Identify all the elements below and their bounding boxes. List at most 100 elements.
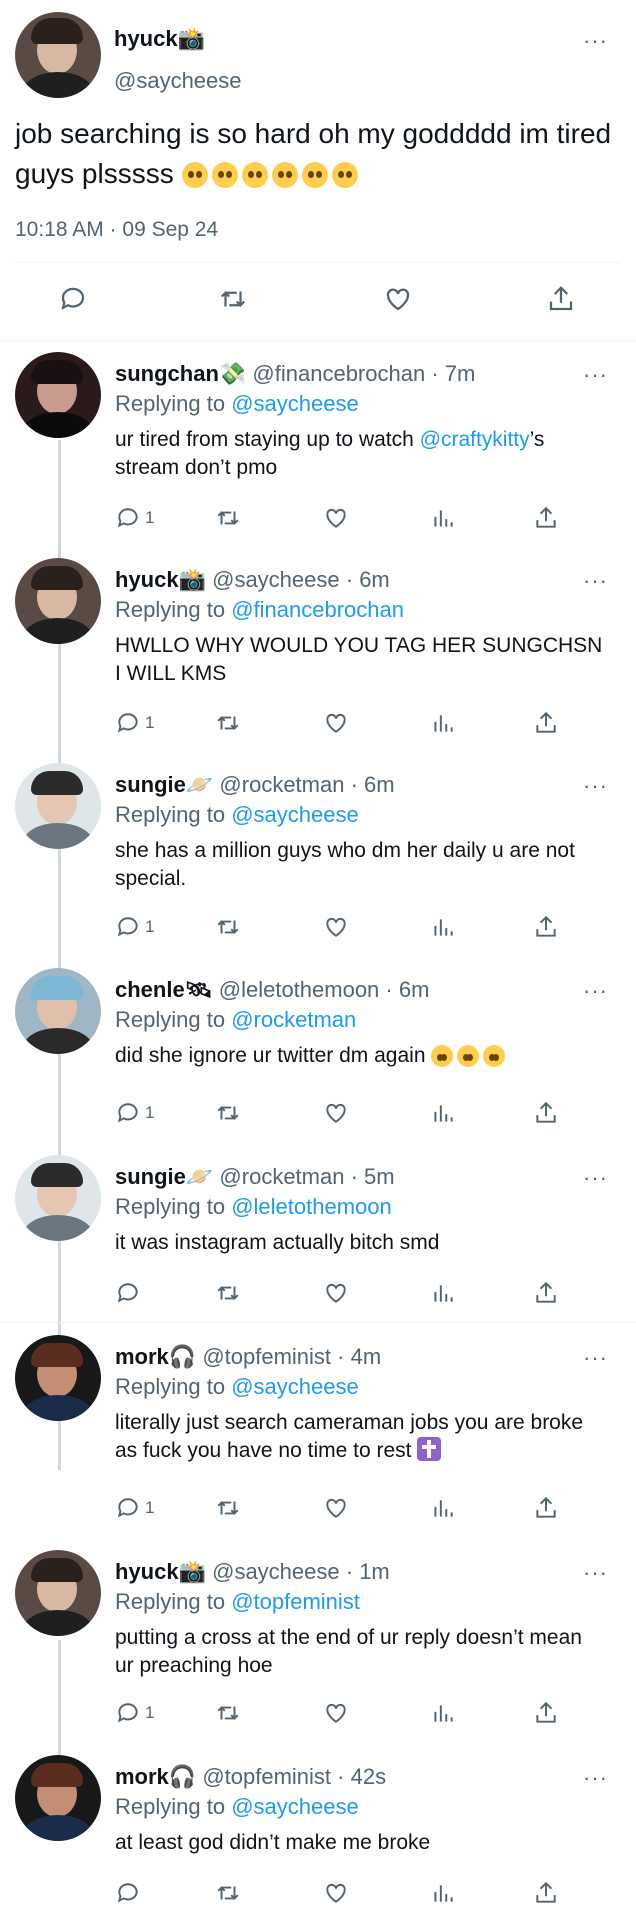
share-action[interactable] — [533, 914, 559, 940]
replying-to-link[interactable]: @saycheese — [231, 391, 359, 416]
author-handle[interactable]: @rocketman — [219, 1164, 344, 1189]
author-handle[interactable]: @saycheese — [212, 567, 340, 592]
share-action[interactable] — [533, 505, 559, 531]
retweet-action[interactable] — [215, 914, 241, 940]
like-icon[interactable] — [323, 1280, 349, 1306]
reply-icon[interactable] — [115, 710, 141, 736]
replying-to-link[interactable]: @topfeminist — [231, 1589, 360, 1614]
share-icon[interactable] — [533, 710, 559, 736]
author-handle[interactable]: @saycheese — [114, 68, 242, 94]
like-action[interactable] — [323, 1700, 349, 1726]
reply-action[interactable]: 1 — [115, 505, 154, 531]
retweet-icon[interactable] — [215, 1880, 241, 1906]
views-action[interactable] — [430, 1700, 456, 1726]
author-handle[interactable]: @financebrochan — [252, 361, 425, 386]
views-icon[interactable] — [430, 1880, 456, 1906]
reply-time[interactable]: · 6m — [351, 772, 395, 797]
replying-to-link[interactable]: @saycheese — [231, 1794, 359, 1819]
retweet-action[interactable] — [215, 1495, 241, 1521]
reply-action[interactable]: 1 — [115, 1495, 154, 1521]
views-icon[interactable] — [430, 1495, 456, 1521]
share-icon[interactable] — [533, 1100, 559, 1126]
share-icon[interactable] — [533, 914, 559, 940]
mention-link[interactable]: @craftykitty — [420, 428, 530, 451]
retweet-action[interactable] — [215, 1880, 241, 1906]
author-name[interactable]: sungie🪐 — [115, 772, 213, 797]
avatar[interactable] — [15, 1755, 101, 1841]
author-handle[interactable]: @leletothemoon — [219, 977, 380, 1002]
avatar[interactable] — [15, 1550, 101, 1636]
reply-action[interactable] — [115, 1880, 145, 1906]
views-icon[interactable] — [430, 1700, 456, 1726]
like-icon[interactable] — [323, 914, 349, 940]
retweet-icon[interactable] — [215, 710, 241, 736]
avatar[interactable] — [15, 12, 101, 98]
author-handle[interactable]: @rocketman — [219, 772, 344, 797]
views-icon[interactable] — [430, 710, 456, 736]
like-icon[interactable] — [323, 1100, 349, 1126]
share-icon[interactable] — [533, 1880, 559, 1906]
retweet-action[interactable] — [215, 710, 241, 736]
retweet-action[interactable] — [215, 1280, 241, 1306]
retweet-icon[interactable] — [215, 1700, 241, 1726]
reply-time[interactable]: · 4m — [337, 1344, 381, 1369]
views-icon[interactable] — [430, 1280, 456, 1306]
views-icon[interactable] — [430, 914, 456, 940]
reply-time[interactable]: · 6m — [385, 977, 429, 1002]
views-action[interactable] — [430, 710, 456, 736]
avatar[interactable] — [15, 1335, 101, 1421]
reply-icon[interactable] — [115, 1280, 141, 1306]
share-icon[interactable] — [533, 1280, 559, 1306]
retweet-action[interactable] — [215, 505, 241, 531]
views-icon[interactable] — [430, 505, 456, 531]
share-icon[interactable] — [533, 1495, 559, 1521]
like-icon[interactable] — [323, 505, 349, 531]
like-action[interactable] — [323, 505, 349, 531]
share-action[interactable] — [533, 1700, 559, 1726]
replying-to-link[interactable]: @leletothemoon — [231, 1194, 392, 1219]
reply-icon[interactable] — [115, 1100, 141, 1126]
reply-icon[interactable] — [115, 1880, 141, 1906]
like-action[interactable] — [323, 1280, 349, 1306]
author-name[interactable]: hyuck📸 — [114, 26, 205, 52]
reply-action[interactable]: 1 — [115, 710, 154, 736]
share-action[interactable] — [533, 1100, 559, 1126]
reply-icon[interactable] — [115, 505, 141, 531]
like-icon[interactable] — [323, 710, 349, 736]
share-action[interactable] — [533, 1495, 559, 1521]
reply-time[interactable]: · 1m — [346, 1559, 390, 1584]
reply-time[interactable]: · 42s — [337, 1764, 386, 1789]
like-action[interactable] — [323, 1100, 349, 1126]
like-icon[interactable] — [323, 1880, 349, 1906]
retweet-icon[interactable] — [215, 1100, 241, 1126]
reply-time[interactable]: · 7m — [431, 361, 475, 386]
views-icon[interactable] — [430, 1100, 456, 1126]
share-icon[interactable] — [533, 1700, 559, 1726]
avatar[interactable] — [15, 558, 101, 644]
like-action[interactable] — [323, 710, 349, 736]
retweet-icon[interactable] — [215, 914, 241, 940]
tweet-timestamp[interactable]: 10:18 AM · 09 Sep 24 — [15, 218, 218, 242]
like-icon[interactable] — [323, 1700, 349, 1726]
share-action[interactable] — [533, 1280, 559, 1306]
author-name[interactable]: mork🎧 — [115, 1344, 196, 1369]
like-action[interactable] — [323, 1880, 349, 1906]
replying-to-link[interactable]: @saycheese — [231, 1374, 359, 1399]
reply-action[interactable]: 1 — [115, 1700, 154, 1726]
author-name[interactable]: sungchan💸 — [115, 361, 246, 386]
reply-action[interactable]: 1 — [115, 1100, 154, 1126]
author-name[interactable]: hyuck📸 — [115, 567, 206, 592]
more-icon[interactable]: ··· — [583, 30, 608, 52]
author-handle[interactable]: @topfeminist — [202, 1764, 331, 1789]
reply-icon[interactable] — [115, 1700, 141, 1726]
replying-to-link[interactable]: @saycheese — [231, 802, 359, 827]
retweet-icon[interactable] — [215, 1280, 241, 1306]
share-action[interactable] — [533, 1880, 559, 1906]
retweet-icon[interactable] — [216, 284, 250, 314]
views-action[interactable] — [430, 1100, 456, 1126]
author-name[interactable]: chenle🛰 — [115, 977, 213, 1002]
replying-to-link[interactable]: @rocketman — [231, 1007, 356, 1032]
reply-icon[interactable] — [58, 284, 88, 314]
author-name[interactable]: sungie🪐 — [115, 1164, 213, 1189]
avatar[interactable] — [15, 763, 101, 849]
